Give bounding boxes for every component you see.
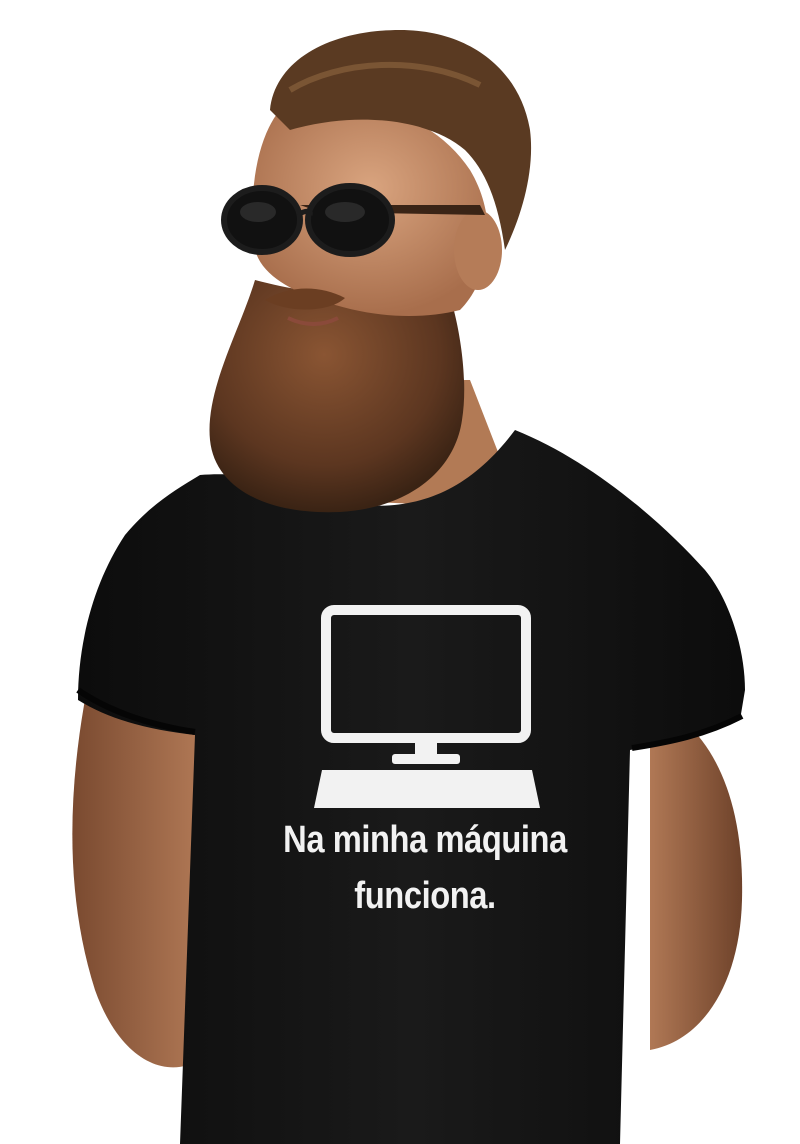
right-arm — [650, 700, 743, 1050]
slogan-line-2: funciona. — [354, 875, 496, 917]
shirt-slogan: Na minha máquina funciona. — [232, 812, 619, 924]
product-photo: Na minha máquina funciona. — [0, 0, 800, 1144]
model-figure — [72, 30, 745, 1144]
slogan-line-1: Na minha máquina — [283, 819, 567, 861]
ear — [454, 210, 502, 290]
